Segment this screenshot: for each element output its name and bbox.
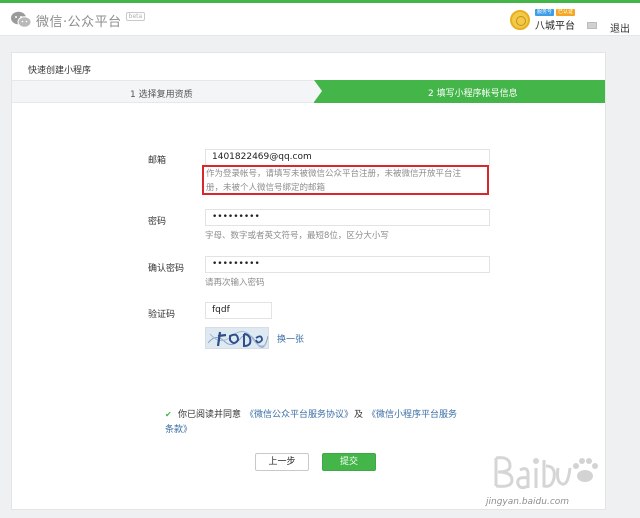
email-hint: 作为登录帐号，请填写未被微信公众平台注册，未被微信开放平台注 册，未被个人微信号… [206,167,488,195]
password-label: 密码 [148,217,167,227]
email-field[interactable]: 1401822469@qq.com [205,149,490,166]
email-hint-line-2: 册，未被个人微信号绑定的邮箱 [206,183,326,193]
account-menu[interactable]: 服务号 已认证 八城平台 [510,8,576,32]
account-name: 八城平台 [535,20,575,32]
captcha-label: 验证码 [148,310,176,320]
captcha-input[interactable]: fqdf [205,302,272,319]
email-label: 邮箱 [148,156,167,166]
wechat-logo[interactable]: 微信·公众平台 beta [10,9,146,31]
agreement-prefix: 你已阅读并同意 [178,410,242,420]
confirm-password-hint: 请再次输入密码 [205,278,265,288]
prev-step-button[interactable]: 上一步 [255,453,309,471]
change-captcha-link[interactable]: 换一张 [277,332,304,345]
mail-icon[interactable] [587,22,597,29]
email-hint-line-1: 作为登录帐号，请填写未被微信公众平台注册，未被微信开放平台注 [206,169,462,179]
confirm-password-field[interactable]: ••••••••• [205,256,490,273]
password-field[interactable]: ••••••••• [205,209,490,226]
submit-button[interactable]: 提交 [322,453,376,471]
service-agreement-link[interactable]: 《微信公众平台服务协议》 [245,407,353,420]
confirm-password-label: 确认密码 [148,264,185,274]
panel-title: 快速创建小程序 [28,66,92,76]
agreement-and: 及 [354,410,364,420]
captcha-image[interactable] [205,327,269,349]
create-miniprogram-panel: 快速创建小程序 1 选择复用资质 2 填写小程序帐号信息 邮箱 14018224… [11,52,606,510]
watermark-site: jingyan.baidu.com [486,497,570,507]
platform-name: 微信·公众平台 [36,14,122,30]
miniprogram-terms-link[interactable]: 《微信小程序平台服务 [367,407,457,420]
agreement-checkbox-icon[interactable]: ✔ [165,410,172,419]
verified-badge: 已认证 [556,8,576,16]
top-header: 微信·公众平台 beta 服务号 已认证 八城平台 退出 [0,3,640,36]
beta-badge: beta [125,11,146,21]
step-arrow-icon [314,80,322,102]
step-2-label: 2 填写小程序帐号信息 [428,89,518,99]
captcha-graphic [206,328,268,348]
password-hint: 字母、数字或者英文符号，最短8位，区分大小写 [205,231,389,241]
step-1-label: 1 选择复用资质 [130,90,193,100]
avatar[interactable] [510,10,530,30]
logout-link[interactable]: 退出 [610,20,630,35]
step-progress: 1 选择复用资质 2 填写小程序帐号信息 [12,80,605,103]
account-type-badge: 服务号 [535,8,555,16]
wechat-logo-icon [11,11,32,28]
step-1: 1 选择复用资质 [12,80,322,103]
miniprogram-terms-link-continued[interactable]: 条款》 [165,422,192,435]
